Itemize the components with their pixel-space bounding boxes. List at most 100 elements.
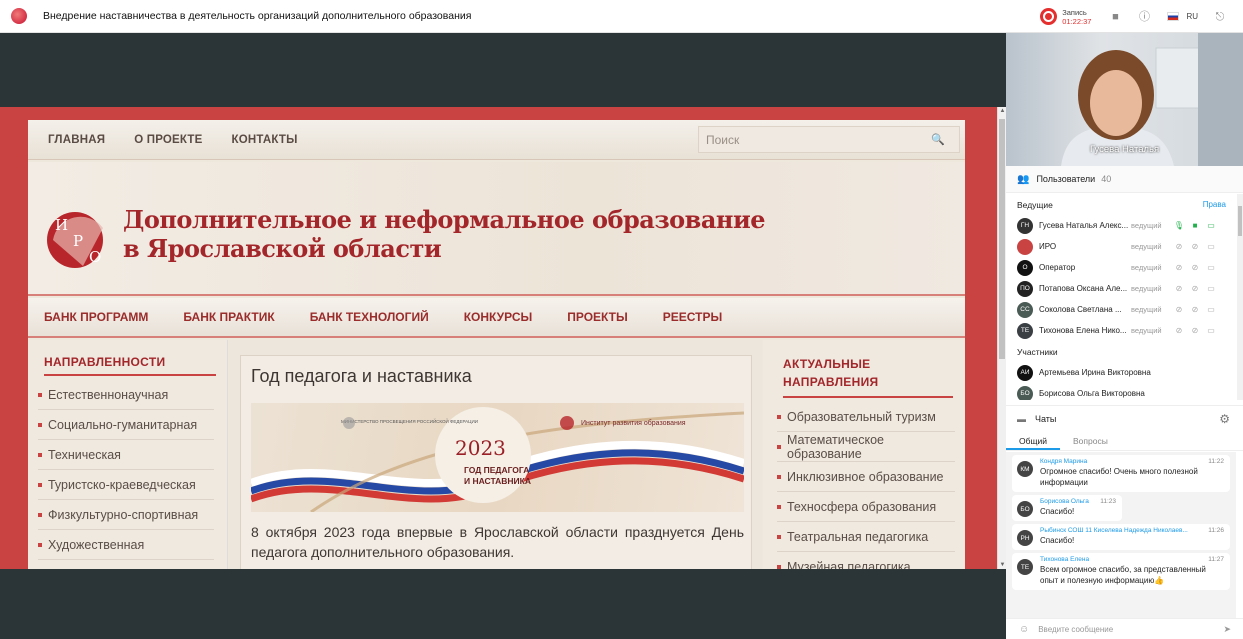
record-time: 01:22:37: [1062, 16, 1092, 26]
mic-icon[interactable]: 🎙: [1171, 221, 1187, 230]
tab-questions[interactable]: Вопросы: [1060, 431, 1121, 450]
info-icon[interactable]: ⓘ: [1138, 11, 1150, 23]
direction-item[interactable]: Физкультурно-спортивная: [38, 500, 214, 530]
scroll-down-icon[interactable]: ▼: [998, 562, 1006, 568]
users-header[interactable]: 👥 Пользователи 40: [1006, 166, 1243, 193]
message-input[interactable]: Введите сообщение: [1038, 625, 1113, 634]
topmenu-about[interactable]: О ПРОЕКТЕ: [134, 134, 202, 146]
news-card: Год педагога и наставника МИНИСТЕРСТВО П…: [240, 355, 752, 569]
camera-icon[interactable]: ■: [1187, 221, 1203, 230]
record-status: Запись 01:22:37: [1062, 7, 1092, 26]
menu-contests[interactable]: КОНКУРСЫ: [464, 310, 533, 324]
users-icon: 👥: [1017, 173, 1030, 185]
avatar: ТЕ: [1017, 559, 1033, 575]
site-search-input[interactable]: Поиск 🔍: [698, 126, 960, 153]
user-row[interactable]: ТЕ Тихонова Елена Нико... ведущий ⊘ ⊘ ▭: [1006, 320, 1236, 341]
mic-off-icon[interactable]: ⊘: [1171, 305, 1187, 314]
svg-text:И НАСТАВНИКА: И НАСТАВНИКА: [464, 476, 531, 486]
actual-direction-item[interactable]: Техносфера образования: [777, 492, 955, 522]
topmenu-contacts[interactable]: КОНТАКТЫ: [232, 134, 298, 146]
folder-icon[interactable]: ■: [1109, 11, 1121, 23]
mic-off-icon[interactable]: ⊘: [1171, 263, 1187, 272]
avatar: О: [1017, 259, 1033, 276]
avatar: ГН: [1017, 217, 1033, 234]
user-row[interactable]: АИ Артемьева Ирина Викторовна: [1006, 362, 1236, 383]
screen-share-icon[interactable]: ▭: [1203, 242, 1219, 251]
presenter-name: Гусева Наталья: [1090, 144, 1160, 155]
camera-off-icon[interactable]: ⊘: [1187, 305, 1203, 314]
svg-text:Институт развития образования: Институт развития образования: [581, 419, 686, 427]
avatar: БО: [1017, 501, 1033, 517]
chat-message: КМ Кондря Марина 11:22 Огромное спасибо! …: [1012, 455, 1230, 492]
direction-item[interactable]: Социально-гуманитарная: [38, 410, 214, 440]
mic-off-icon[interactable]: ⊘: [1171, 284, 1187, 293]
shared-screen-scrollbar[interactable]: ▲ ▼: [997, 107, 1006, 569]
avatar: [1017, 238, 1033, 255]
directions-column: НАПРАВЛЕННОСТИ Естественнонаучная Социал…: [28, 340, 228, 569]
chat-tabs: Общий Вопросы: [1006, 431, 1243, 451]
language-selector[interactable]: RU: [1186, 12, 1198, 21]
menu-registries[interactable]: РЕЕСТРЫ: [663, 310, 722, 324]
screen-share-icon[interactable]: ▭: [1203, 263, 1219, 272]
scroll-thumb[interactable]: [999, 119, 1005, 359]
chat-input[interactable]: ☺ Введите сообщение ➤: [1006, 618, 1243, 639]
actual-direction-item[interactable]: Инклюзивное образование: [777, 462, 955, 492]
chat-messages: КМ Кондря Марина 11:22 Огромное спасибо! …: [1006, 452, 1236, 618]
camera-off-icon[interactable]: ⊘: [1187, 326, 1203, 335]
actual-direction-item[interactable]: Театральная педагогика: [777, 522, 955, 552]
screen-share-icon[interactable]: ▭: [1203, 326, 1219, 335]
menu-program-bank[interactable]: БАНК ПРОГРАММ: [44, 310, 148, 324]
news-image[interactable]: МИНИСТЕРСТВО ПРОСВЕЩЕНИЯ РОССИЙСКОЙ ФЕДЕ…: [251, 403, 744, 512]
user-row[interactable]: БО Борисова Ольга Викторовна: [1006, 383, 1236, 400]
user-row[interactable]: О Оператор ведущий ⊘ ⊘ ▭: [1006, 257, 1236, 278]
mic-off-icon[interactable]: ⊘: [1171, 326, 1187, 335]
user-row[interactable]: ГН Гусева Наталья Алекс... ведущий 🎙 ■ ▭: [1006, 215, 1236, 236]
actual-direction-item[interactable]: Музейная педагогика: [777, 552, 955, 570]
app-logo-icon[interactable]: [11, 8, 27, 24]
news-column: Год педагога и наставника МИНИСТЕРСТВО П…: [229, 340, 762, 569]
hosts-section: Ведущие Права: [1017, 199, 1226, 210]
screen-share-icon[interactable]: ▭: [1203, 305, 1219, 314]
news-title[interactable]: Год педагога и наставника: [251, 366, 472, 387]
top-bar-controls: Запись 01:22:37 ■ ⓘ RU ⎋: [1040, 0, 1243, 33]
direction-item[interactable]: Художественная: [38, 530, 214, 560]
menu-practice-bank[interactable]: БАНК ПРАКТИК: [183, 310, 274, 324]
russian-flag-icon[interactable]: [1167, 12, 1180, 21]
rights-link[interactable]: Права: [1203, 200, 1226, 209]
site-top-menu: ГЛАВНАЯ О ПРОЕКТЕ КОНТАКТЫ Поиск 🔍: [28, 120, 965, 160]
direction-item[interactable]: Естественнонаучная: [38, 380, 214, 410]
menu-projects[interactable]: ПРОЕКТЫ: [567, 310, 628, 324]
record-icon[interactable]: [1040, 8, 1058, 25]
screen-share-icon[interactable]: ▭: [1203, 284, 1219, 293]
actual-direction-item[interactable]: Математическое образование: [777, 432, 955, 462]
mic-off-icon[interactable]: ⊘: [1171, 242, 1187, 251]
screen-share-icon[interactable]: ▭: [1203, 221, 1219, 230]
exit-icon[interactable]: ⎋: [1214, 11, 1226, 23]
svg-text:О: О: [89, 248, 101, 266]
direction-item[interactable]: Техническая: [38, 440, 214, 470]
iro-logo-icon: И Р О: [47, 212, 103, 268]
user-row[interactable]: СС Соколова Светлана ... ведущий ⊘ ⊘ ▭: [1006, 299, 1236, 320]
camera-off-icon[interactable]: ⊘: [1187, 284, 1203, 293]
user-row[interactable]: ИРО ведущий ⊘ ⊘ ▭: [1006, 236, 1236, 257]
users-scrollbar[interactable]: [1237, 194, 1243, 400]
chat-header: ▬ Чаты ⚙: [1006, 405, 1243, 431]
directions-heading: НАПРАВЛЕННОСТИ: [44, 355, 216, 376]
presenter-video[interactable]: Гусева Наталья: [1006, 33, 1243, 166]
search-icon[interactable]: 🔍: [931, 133, 945, 146]
actual-direction-item[interactable]: Образовательный туризм: [777, 402, 955, 432]
topmenu-home[interactable]: ГЛАВНАЯ: [48, 134, 105, 146]
direction-item[interactable]: Туристско-краеведческая: [38, 470, 214, 500]
scroll-up-icon[interactable]: ▲: [998, 108, 1006, 114]
users-count: 40: [1101, 174, 1112, 184]
emoji-icon[interactable]: ☺: [1019, 624, 1029, 635]
tab-general[interactable]: Общий: [1006, 431, 1060, 450]
avatar: СС: [1017, 301, 1033, 318]
gear-icon[interactable]: ⚙: [1219, 412, 1230, 426]
camera-off-icon[interactable]: ⊘: [1187, 263, 1203, 272]
camera-off-icon[interactable]: ⊘: [1187, 242, 1203, 251]
send-icon[interactable]: ➤: [1223, 624, 1231, 635]
actual-directions-heading: АКТУАЛЬНЫЕ НАПРАВЛЕНИЯ: [783, 355, 953, 398]
menu-technology-bank[interactable]: БАНК ТЕХНОЛОГИЙ: [310, 310, 429, 324]
user-row[interactable]: ПО Потапова Оксана Але... ведущий ⊘ ⊘ ▭: [1006, 278, 1236, 299]
